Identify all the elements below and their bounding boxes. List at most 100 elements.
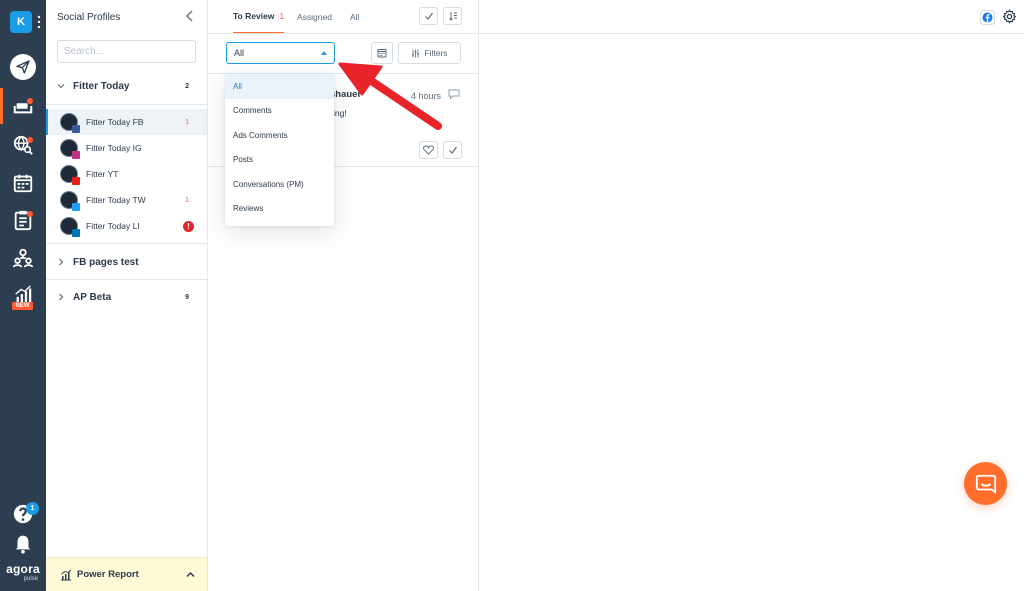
profile-count: 1	[185, 118, 189, 126]
tab-label: Assigned	[297, 12, 332, 22]
linkedin-icon	[72, 229, 80, 237]
listening-nav-button[interactable]	[0, 127, 46, 163]
profile-name: Fitter YT	[86, 169, 119, 179]
divider	[46, 243, 207, 244]
brand-sub: pulse	[23, 576, 38, 582]
checkmark-icon	[448, 146, 457, 154]
sort-button[interactable]	[443, 7, 462, 25]
group-count: 9	[185, 293, 189, 301]
item-type-select[interactable]: All	[226, 42, 335, 64]
date-filter-button[interactable]	[371, 42, 393, 64]
chevron-up-icon[interactable]	[186, 570, 195, 579]
like-button[interactable]	[419, 141, 438, 159]
divider	[208, 33, 478, 34]
publishing-list-nav-button[interactable]	[0, 202, 46, 238]
group-header-fitter-today[interactable]: Fitter Today 2	[46, 73, 207, 99]
caret-up-icon	[321, 51, 327, 55]
group-header-fb-pages-test[interactable]: FB pages test	[46, 249, 207, 275]
tab-assigned[interactable]: Assigned	[297, 0, 332, 34]
divider	[46, 279, 207, 280]
profile-item-fitter-yt[interactable]: Fitter YT	[46, 161, 207, 187]
group-count: 2	[185, 82, 189, 90]
tab-label: All	[350, 12, 360, 22]
sliders-icon	[412, 49, 420, 57]
dropdown-option-conversations[interactable]: Conversations (PM)	[225, 172, 334, 197]
facebook-icon	[72, 125, 80, 133]
dropdown-option-comments[interactable]: Comments	[225, 99, 334, 124]
publish-button[interactable]	[10, 54, 36, 80]
dropdown-option-ads-comments[interactable]: Ads Comments	[225, 123, 334, 148]
gear-icon[interactable]	[1002, 9, 1017, 24]
paper-plane-icon	[16, 60, 30, 74]
tab-all[interactable]: All	[350, 0, 359, 34]
profile-avatar	[60, 191, 80, 211]
profile-count: 1	[185, 196, 189, 204]
heart-icon	[423, 145, 434, 155]
calendar-icon	[377, 49, 387, 58]
new-badge: NEW	[12, 302, 33, 310]
profile-name: Fitter Today TW	[86, 195, 146, 205]
bell-icon	[15, 535, 31, 554]
inbox-nav-button[interactable]	[0, 88, 46, 124]
dropdown-option-reviews[interactable]: Reviews	[225, 197, 334, 222]
main-nav-rail: K NEW 1 agora pulse	[0, 0, 46, 591]
alert-icon: !	[183, 220, 194, 232]
chevron-right-icon	[59, 293, 64, 301]
chevron-right-icon	[59, 258, 64, 266]
mark-all-reviewed-button[interactable]	[419, 7, 438, 25]
filters-button[interactable]: Filters	[398, 42, 461, 64]
chat-icon	[975, 474, 996, 494]
profile-name: Fitter Today LI	[86, 221, 140, 231]
profile-item-fitter-today-tw[interactable]: Fitter Today TW 1	[46, 187, 207, 213]
instagram-icon	[72, 151, 80, 159]
tab-label: To Review	[233, 11, 275, 21]
collapse-panel-icon[interactable]	[184, 9, 196, 23]
profile-name: Fitter Today IG	[86, 143, 142, 153]
facebook-icon[interactable]	[980, 10, 995, 25]
group-name: FB pages test	[73, 256, 139, 268]
inbox-notification-dot	[27, 98, 33, 104]
checkmark-icon	[424, 12, 433, 20]
social-profiles-panel: Social Profiles Fitter Today 2 Fitter To…	[46, 0, 208, 591]
mark-reviewed-button[interactable]	[443, 141, 462, 159]
twitter-icon	[72, 203, 80, 211]
group-name: Fitter Today	[73, 80, 130, 92]
item-type-dropdown: All Comments Ads Comments Posts Conversa…	[225, 74, 334, 226]
group-name: AP Beta	[73, 291, 112, 303]
help-count-badge: 1	[26, 502, 39, 515]
item-text: ing!	[333, 108, 347, 118]
sort-icon	[448, 12, 457, 21]
agorapulse-logo: agora pulse	[0, 563, 46, 583]
report-chart-icon	[61, 569, 72, 580]
item-author: shauer	[330, 89, 362, 100]
chat-support-button[interactable]	[964, 462, 1007, 505]
notifications-nav-button[interactable]	[0, 525, 46, 561]
users-nav-button[interactable]	[0, 240, 46, 276]
power-report-bar[interactable]: Power Report	[46, 557, 207, 591]
dropdown-option-posts[interactable]: Posts	[225, 148, 334, 173]
group-header-ap-beta[interactable]: AP Beta 9	[46, 284, 207, 310]
chevron-down-icon	[57, 84, 65, 89]
power-report-label: Power Report	[77, 569, 139, 580]
profile-avatar	[60, 165, 80, 185]
divider	[46, 104, 207, 105]
tab-count: 1	[279, 11, 285, 21]
profiles-search-input[interactable]	[57, 40, 196, 63]
tab-to-review[interactable]: To Review 1	[233, 0, 285, 34]
dropdown-option-all[interactable]: All	[225, 74, 334, 99]
account-avatar[interactable]: K	[10, 11, 32, 33]
listening-notification-dot	[27, 137, 33, 143]
team-icon	[12, 248, 34, 268]
profile-item-fitter-today-ig[interactable]: Fitter Today IG	[46, 135, 207, 161]
comment-icon	[448, 89, 460, 100]
profile-avatar	[60, 113, 80, 133]
calendar-icon	[13, 174, 33, 193]
more-options-icon[interactable]	[37, 14, 41, 30]
panel-title: Social Profiles	[57, 12, 121, 23]
youtube-icon	[72, 177, 80, 185]
profile-avatar	[60, 217, 80, 237]
divider	[479, 33, 1024, 34]
calendar-nav-button[interactable]	[0, 165, 46, 201]
profile-item-fitter-today-fb[interactable]: Fitter Today FB 1	[46, 109, 207, 135]
profile-item-fitter-today-li[interactable]: Fitter Today LI !	[46, 213, 207, 239]
